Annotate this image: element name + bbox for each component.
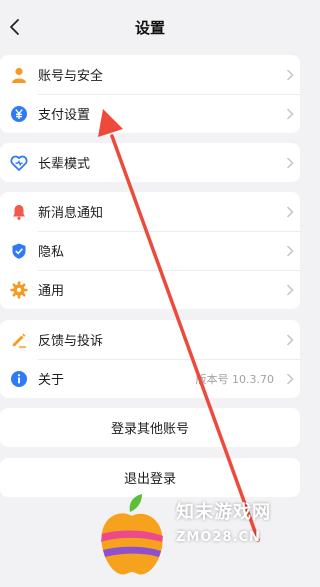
notifications-label: 新消息通知 xyxy=(38,206,104,221)
general-item[interactable]: 通用 xyxy=(0,270,300,309)
pencil-icon xyxy=(0,331,38,349)
general-label: 通用 xyxy=(38,284,65,299)
elder-mode-item[interactable]: 长辈模式 xyxy=(0,143,300,182)
top-bar: 设置 xyxy=(0,0,300,55)
feedback-item[interactable]: 反馈与投诉 xyxy=(0,320,300,359)
feedback-label: 反馈与投诉 xyxy=(38,334,104,349)
account-group: 账号与安全 支付设置 xyxy=(0,55,300,133)
about-label: 关于 xyxy=(38,373,65,388)
chevron-right-icon xyxy=(280,107,300,120)
chevron-right-icon xyxy=(280,333,300,346)
notifications-item[interactable]: 新消息通知 xyxy=(0,192,300,231)
gear-icon xyxy=(0,280,38,299)
payment-settings-item[interactable]: 支付设置 xyxy=(0,94,300,133)
chevron-right-icon xyxy=(280,283,300,296)
general-group: 新消息通知 隐私 通用 xyxy=(0,192,300,309)
chevron-right-icon xyxy=(280,372,300,385)
chevron-right-icon xyxy=(280,156,300,169)
shield-check-icon xyxy=(0,242,38,260)
yuan-icon xyxy=(0,105,38,123)
info-icon xyxy=(0,370,38,388)
version-text: 版本号 10.3.70 xyxy=(195,372,274,386)
chevron-right-icon xyxy=(280,68,300,81)
heart-icon xyxy=(0,154,38,172)
elder-mode-label: 长辈模式 xyxy=(38,157,91,172)
watermark-name: 知末游戏网 xyxy=(176,502,271,523)
watermark: 知末游戏网 ZMO28.CN xyxy=(92,490,300,583)
privacy-label: 隐私 xyxy=(38,245,65,260)
about-item[interactable]: 关于 版本号 10.3.70 xyxy=(0,359,300,398)
user-icon xyxy=(0,66,38,84)
apple-logo-icon xyxy=(101,494,163,575)
account-security-label: 账号与安全 xyxy=(38,69,104,84)
elder-mode-group: 长辈模式 xyxy=(0,143,300,182)
bell-icon xyxy=(0,203,38,221)
switch-account-button[interactable]: 登录其他账号 xyxy=(0,408,300,447)
chevron-right-icon xyxy=(280,205,300,218)
chevron-right-icon xyxy=(280,244,300,257)
support-group: 反馈与投诉 关于 版本号 10.3.70 xyxy=(0,320,300,398)
page-title: 设置 xyxy=(134,19,165,37)
payment-settings-label: 支付设置 xyxy=(38,108,91,123)
account-security-item[interactable]: 账号与安全 xyxy=(0,55,300,94)
privacy-item[interactable]: 隐私 xyxy=(0,231,300,270)
watermark-url: ZMO28.CN xyxy=(176,530,261,545)
